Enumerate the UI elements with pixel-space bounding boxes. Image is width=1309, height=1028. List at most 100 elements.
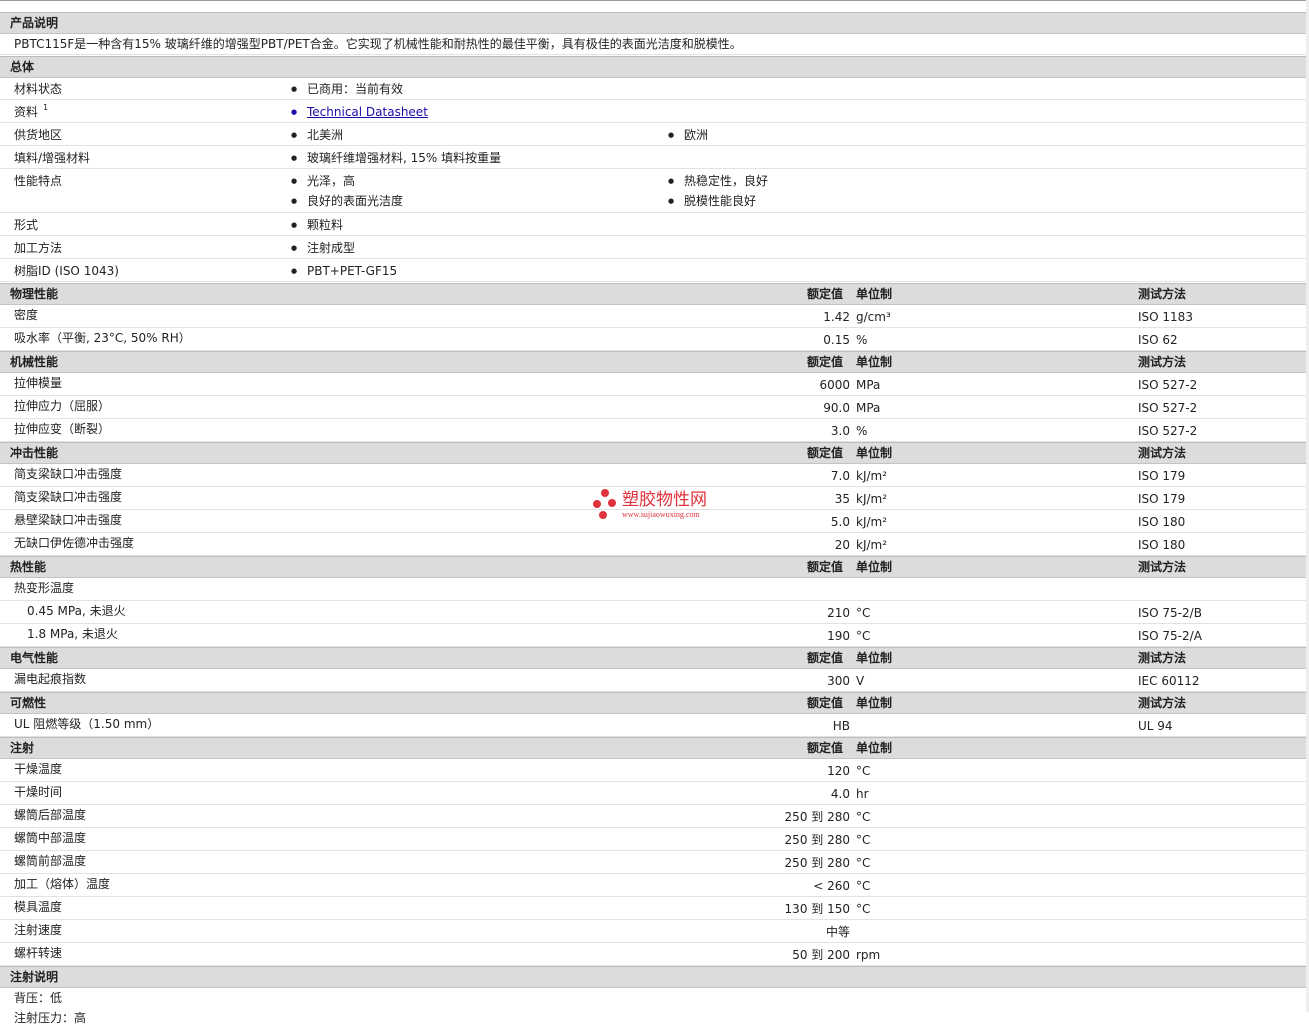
property-unit: °C [856, 810, 871, 824]
general-row: 树脂ID (ISO 1043) PBT+PET-GF15 [0, 260, 1309, 282]
property-label: 漏电起痕指数 [14, 672, 87, 686]
property-unit: °C [856, 764, 871, 778]
property-row: 注射速度 中等 [0, 920, 1309, 943]
property-label: 吸水率（平衡, 23°C, 50% RH） [14, 331, 191, 345]
property-row: 螺杆转速 50 到 200 rpm [0, 943, 1309, 966]
general-value: 光泽，高 [291, 171, 355, 191]
property-label: 模具温度 [14, 900, 63, 914]
property-row: 热变形温度 [0, 578, 1309, 601]
property-label: 拉伸应力（屈服） [14, 399, 111, 413]
section-header: 物理性能 额定值 单位制 测试方法 [0, 283, 1309, 305]
property-row: 螺筒后部温度 250 到 280 °C [0, 805, 1309, 828]
property-unit: °C [856, 629, 871, 643]
property-label: 螺筒后部温度 [14, 808, 87, 822]
section-header-notes: 注射说明 [0, 966, 1309, 988]
property-value: 7.0 [830, 469, 850, 483]
property-row: 密度 1.42 g/cm³ ISO 1183 [0, 305, 1309, 328]
watermark-text: 塑胶物性网 [622, 490, 707, 510]
property-label: 悬壁梁缺口冲击强度 [14, 513, 123, 527]
property-unit: °C [856, 902, 871, 916]
property-label: 螺杆转速 [14, 946, 63, 960]
section-title: 可燃性 [10, 696, 47, 710]
property-row: 1.8 MPa, 未退火 190 °C ISO 75-2/A [0, 624, 1309, 647]
property-unit: % [856, 424, 868, 438]
property-row: 加工（熔体）温度 < 260 °C [0, 874, 1309, 897]
property-unit: MPa [856, 378, 881, 392]
watermark-url: www.sujiaowuxing.com [622, 510, 700, 519]
general-row: 加工方法 注射成型 [0, 237, 1309, 259]
general-row: 供货地区 北美洲 欧洲 [0, 124, 1309, 146]
property-method: IEC 60112 [1138, 674, 1200, 688]
property-value: 250 到 280 [784, 856, 850, 870]
datasheet-link[interactable]: Technical Datasheet [291, 102, 428, 122]
section-header: 热性能 额定值 单位制 测试方法 [0, 556, 1309, 578]
column-header-method: 测试方法 [1138, 696, 1187, 710]
property-unit: °C [856, 879, 871, 893]
column-header-method: 测试方法 [1138, 355, 1187, 369]
column-header-unit: 单位制 [856, 696, 893, 710]
section-header: 电气性能 额定值 单位制 测试方法 [0, 647, 1309, 669]
section-header: 冲击性能 额定值 单位制 测试方法 [0, 442, 1309, 464]
property-method: ISO 62 [1138, 333, 1178, 347]
section-header-general: 总体 [0, 56, 1309, 78]
column-header-value: 额定值 [807, 696, 844, 710]
section-title: 注射 [10, 741, 35, 755]
datasheet: 产品说明 PBTC115F是一种含有15% 玻璃纤维的增强型PBT/PET合金。它… [0, 0, 1309, 1025]
general-value: 北美洲 [291, 125, 343, 145]
property-row: 拉伸模量 6000 MPa ISO 527-2 [0, 373, 1309, 396]
property-method: ISO 527-2 [1138, 401, 1198, 415]
column-header-unit: 单位制 [856, 560, 893, 574]
property-method: ISO 1183 [1138, 310, 1193, 324]
property-unit: % [856, 333, 868, 347]
property-row: 拉伸应力（屈服） 90.0 MPa ISO 527-2 [0, 396, 1309, 419]
section-title: 机械性能 [10, 355, 59, 369]
property-value: 130 到 150 [784, 902, 850, 916]
general-value: 良好的表面光洁度 [291, 191, 403, 211]
general-row: 材料状态 已商用：当前有效 [0, 78, 1309, 100]
property-row: 简支梁缺口冲击强度 7.0 kJ/m² ISO 179 [0, 464, 1309, 487]
intro-row: PBTC115F是一种含有15% 玻璃纤维的增强型PBT/PET合金。它实现了机… [0, 34, 1309, 55]
column-header-unit: 单位制 [856, 741, 893, 755]
property-label: 1.8 MPa, 未退火 [27, 627, 118, 641]
property-value: 190 [827, 629, 850, 643]
property-value: 90.0 [823, 401, 850, 415]
section-title: 冲击性能 [10, 446, 59, 460]
column-header-unit: 单位制 [856, 355, 893, 369]
property-value: 3.0 [830, 424, 850, 438]
property-method: ISO 75-2/B [1138, 606, 1202, 620]
property-row: 模具温度 130 到 150 °C [0, 897, 1309, 920]
property-label: 加工（熔体）温度 [14, 877, 111, 891]
general-label: 填料/增强材料 [14, 151, 91, 165]
property-method: ISO 180 [1138, 515, 1186, 529]
property-value: 250 到 280 [784, 833, 850, 847]
property-value: 0.15 [823, 333, 850, 347]
general-label: 树脂ID (ISO 1043) [14, 264, 119, 278]
property-method: ISO 527-2 [1138, 378, 1198, 392]
section-title: 物理性能 [10, 287, 59, 301]
property-unit: hr [856, 787, 869, 801]
property-value: 4.0 [830, 787, 850, 801]
property-row: 螺筒前部温度 250 到 280 °C [0, 851, 1309, 874]
property-value: 250 到 280 [784, 810, 850, 824]
section-header: 可燃性 额定值 单位制 测试方法 [0, 692, 1309, 714]
property-unit: rpm [856, 948, 881, 962]
general-label: 材料状态 [14, 82, 63, 96]
general-value: 注射成型 [291, 238, 355, 258]
general-row: 资料 1 Technical Datasheet [0, 101, 1309, 123]
note-line: 背压：低 [14, 991, 63, 1005]
property-label: 热变形温度 [14, 581, 75, 595]
column-header-value: 额定值 [807, 287, 844, 301]
general-row: 性能特点 光泽，高良好的表面光洁度 热稳定性，良好脱模性能良好 [0, 170, 1309, 213]
property-unit: MPa [856, 401, 881, 415]
property-label: 拉伸模量 [14, 376, 63, 390]
property-value: 50 到 200 [792, 948, 850, 962]
column-header-method: 测试方法 [1138, 560, 1187, 574]
general-label: 性能特点 [14, 174, 63, 188]
property-label: 无缺口伊佐德冲击强度 [14, 536, 135, 550]
property-value: 中等 [825, 925, 850, 939]
general-value: 玻璃纤维增强材料, 15% 填料按重量 [291, 148, 501, 168]
general-label: 供货地区 [14, 128, 63, 142]
property-label: 0.45 MPa, 未退火 [27, 604, 126, 618]
property-value: 5.0 [830, 515, 850, 529]
property-unit: kJ/m² [856, 492, 888, 506]
